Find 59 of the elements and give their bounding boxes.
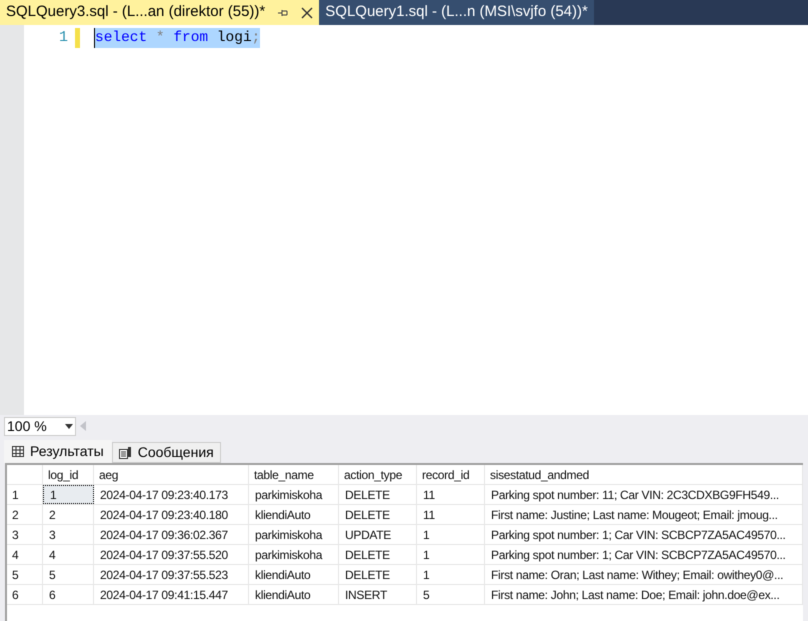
document-tab[interactable]: SQLQuery3.sql - (L...an (direktor (55))* <box>0 0 320 25</box>
table-cell: First name: John; Last name: Doe; Email: john.doe@ex... <box>485 585 803 604</box>
tab-title: SQLQuery1.sql - (L...n (MSI\svjfo (54))* <box>325 2 588 22</box>
row-number[interactable]: 6 <box>7 585 43 604</box>
table-cell: Parking spot number: 11; Car VIN: 2C3CDXBG9FH549... <box>485 485 803 504</box>
table-cell: DELETE <box>339 545 417 564</box>
table-cell: 1 <box>43 485 94 504</box>
table-cell: 2024-04-17 09:36:02.367 <box>94 525 249 544</box>
column-header[interactable]: table_name <box>249 465 339 484</box>
messages-icon <box>118 446 132 458</box>
grid-icon <box>12 446 24 457</box>
tab-title: SQLQuery3.sql - (L...an (direktor (55))* <box>6 2 266 22</box>
table-cell: 2024-04-17 09:41:15.447 <box>94 585 249 604</box>
table-cell: kliendiAuto <box>249 505 339 524</box>
result-tab[interactable]: Результаты <box>4 440 112 463</box>
dropdown-arrow-icon <box>65 424 73 428</box>
table-cell: INSERT <box>339 585 417 604</box>
table-cell: kliendiAuto <box>249 565 339 584</box>
document-tab[interactable]: SQLQuery1.sql - (L...n (MSI\svjfo (54))* <box>319 0 594 25</box>
table-cell: parkimiskoha <box>249 545 339 564</box>
table-cell: Parking spot number: 1; Car VIN: SCBCP7ZA5AC49570... <box>485 525 803 544</box>
column-header[interactable]: action_type <box>339 465 417 484</box>
column-header[interactable]: record_id <box>417 465 485 484</box>
row-number[interactable]: 3 <box>7 525 43 544</box>
table-cell: First name: Justine; Last name: Mougeot; Email: jmoug... <box>485 505 803 524</box>
column-header[interactable]: aeg <box>94 465 249 484</box>
table-cell: DELETE <box>339 505 417 524</box>
table-cell: 2024-04-17 09:37:55.523 <box>94 565 249 584</box>
table-cell: Parking spot number: 1; Car VIN: SCBCP7ZA5AC49570... <box>485 545 803 564</box>
table-cell: 1 <box>417 525 485 544</box>
table-cell: 5 <box>43 565 94 584</box>
row-number[interactable]: 2 <box>7 505 43 524</box>
close-icon[interactable] <box>301 6 314 18</box>
table-cell: 4 <box>43 545 94 564</box>
column-header[interactable]: sisestatud_andmed <box>485 465 803 484</box>
table-cell: DELETE <box>339 565 417 584</box>
table-cell: 2024-04-17 09:23:40.180 <box>94 505 249 524</box>
column-header[interactable]: log_id <box>43 465 94 484</box>
table-cell: 1 <box>417 565 485 584</box>
table-cell: 6 <box>43 585 94 604</box>
table-cell: First name: Oran; Last name: Withey; Email: owithey0@... <box>485 565 803 584</box>
zoom-dropdown[interactable]: 100 % <box>4 416 76 436</box>
table-cell: parkimiskoha <box>249 485 339 504</box>
table-cell: 11 <box>417 485 485 504</box>
table-cell: 2024-04-17 09:37:55.520 <box>94 545 249 564</box>
table-cell: DELETE <box>339 485 417 504</box>
row-number[interactable]: 5 <box>7 565 43 584</box>
table-cell: 5 <box>417 585 485 604</box>
row-number[interactable]: 4 <box>7 545 43 564</box>
table-cell: parkimiskoha <box>249 525 339 544</box>
table-cell: 11 <box>417 505 485 524</box>
result-tab[interactable]: Сообщения <box>112 442 221 463</box>
table-cell: 2 <box>43 505 94 524</box>
table-cell: 2024-04-17 09:23:40.173 <box>94 485 249 504</box>
table-cell: 1 <box>417 545 485 564</box>
table-cell: 3 <box>43 525 94 544</box>
table-cell: kliendiAuto <box>249 585 339 604</box>
line-number: 1 <box>58 28 68 48</box>
table-cell: UPDATE <box>339 525 417 544</box>
